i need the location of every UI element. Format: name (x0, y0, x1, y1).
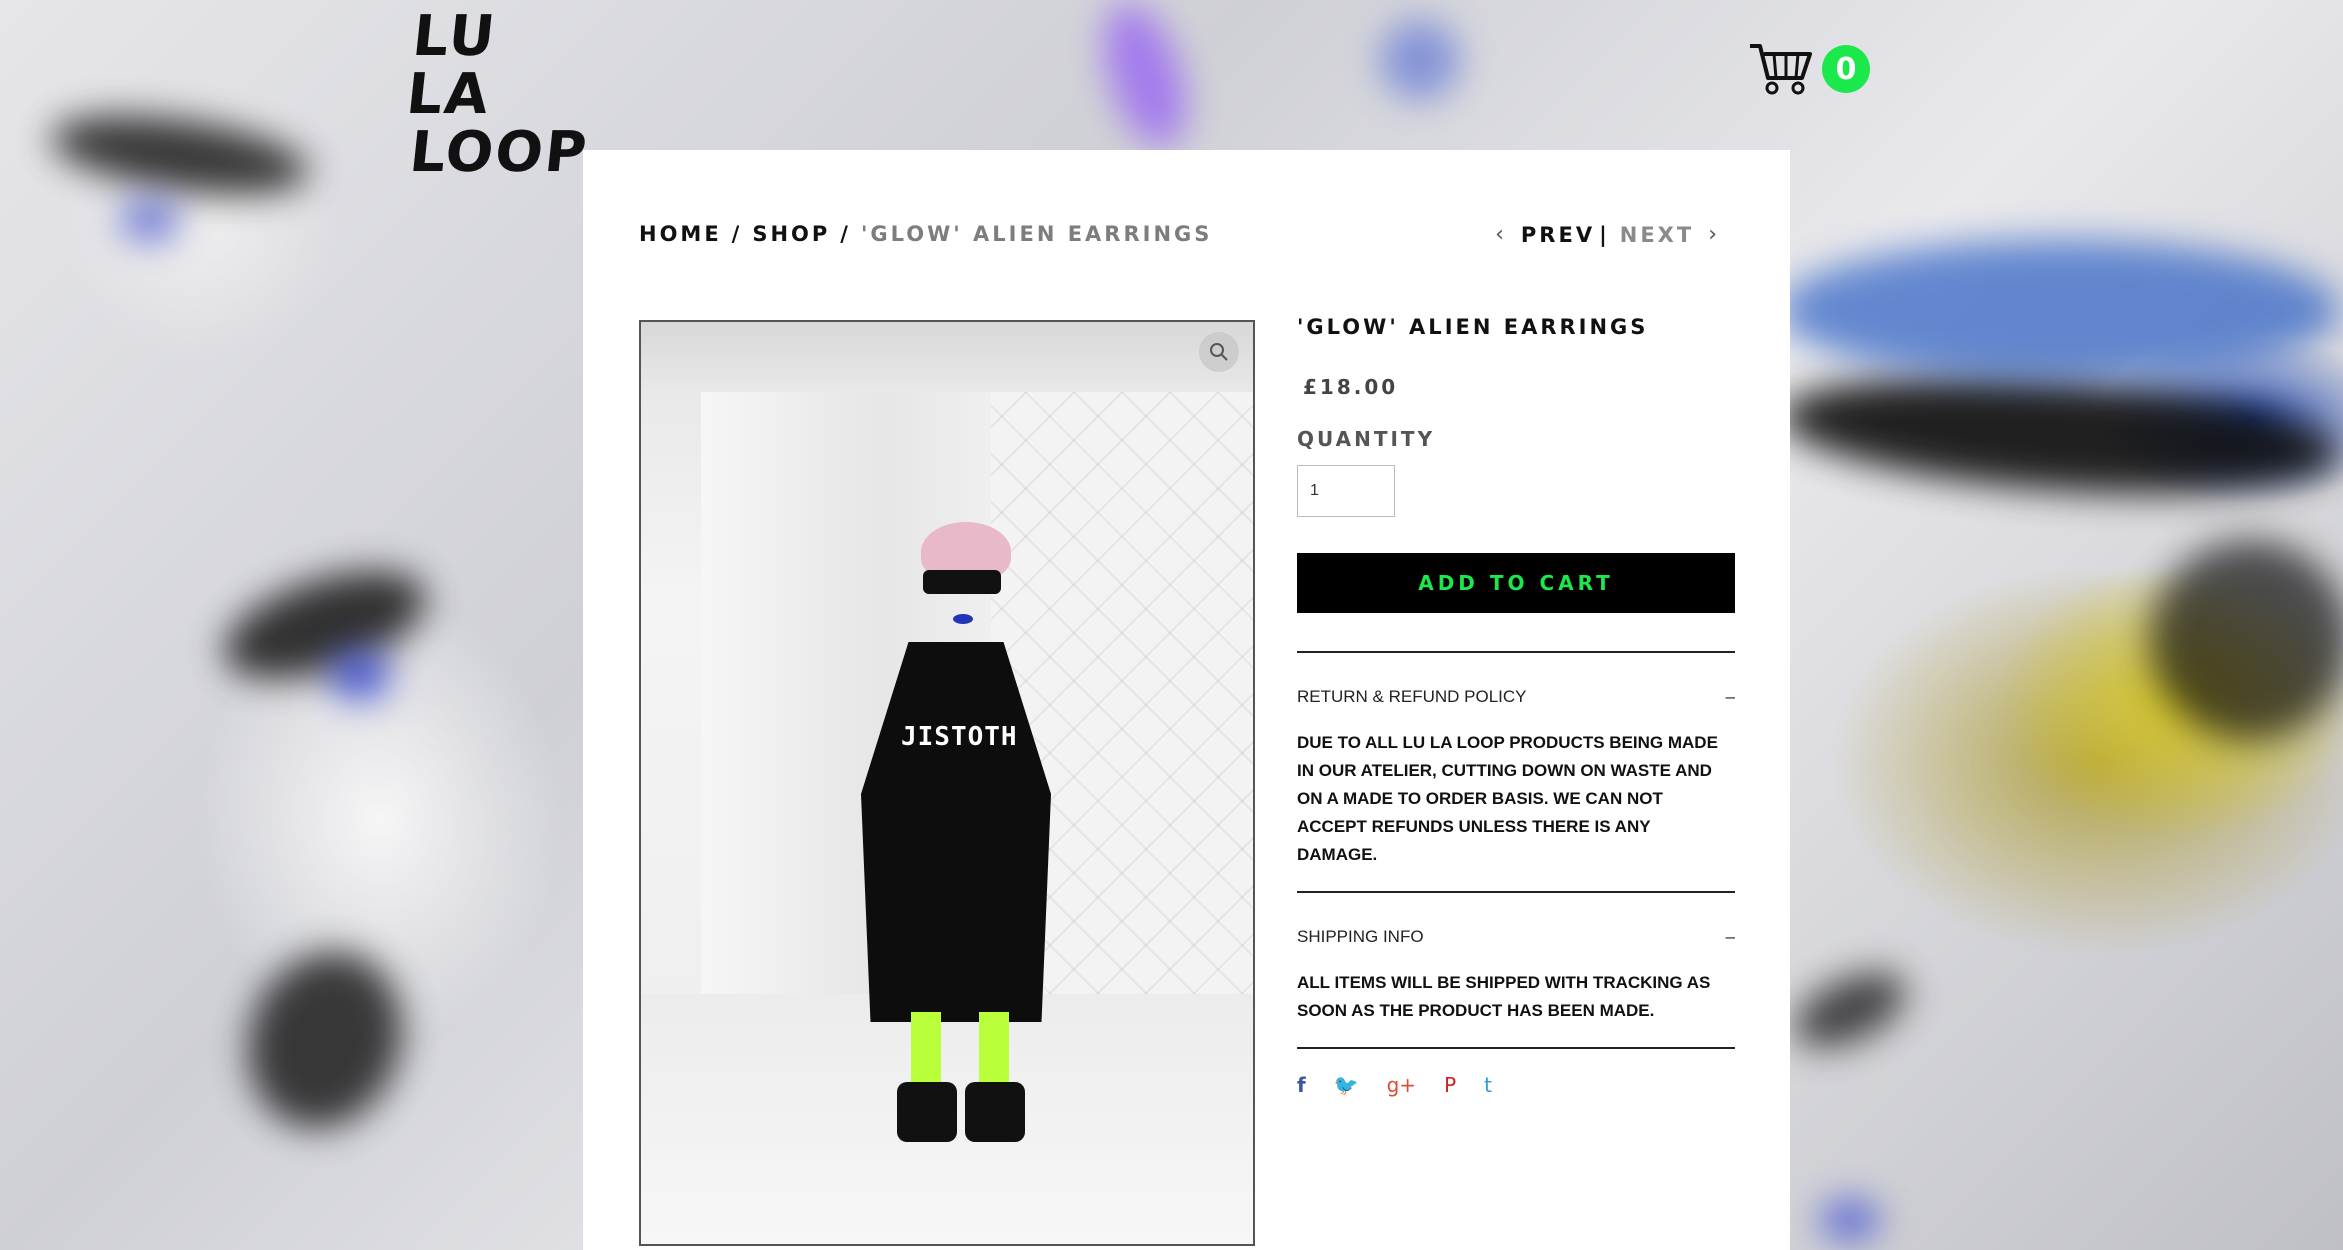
chevron-left-icon[interactable]: ‹ (1495, 222, 1507, 247)
quantity-label: QUANTITY (1297, 427, 1436, 451)
twitter-icon[interactable]: 🐦 (1334, 1073, 1359, 1097)
prev-link[interactable]: PREV (1521, 223, 1595, 247)
product-pager: ‹ PREV | NEXT › (1481, 222, 1734, 247)
product-info: 'GLOW' ALIEN EARRINGS £18.00 QUANTITY AD… (1297, 315, 1735, 1097)
accordion-title-refund: RETURN & REFUND POLICY (1297, 687, 1527, 706)
accordion-body-refund: DUE TO ALL LU LA LOOP PRODUCTS BEING MAD… (1297, 733, 1718, 864)
breadcrumb-current: 'GLOW' ALIEN EARRINGS (860, 222, 1213, 246)
divider (1297, 1047, 1735, 1049)
model-figure: JISTOTH (861, 522, 1081, 1162)
quantity-input[interactable] (1297, 465, 1395, 517)
site-logo[interactable]: LU LA LOOP (404, 4, 592, 185)
chevron-right-icon[interactable]: › (1708, 222, 1720, 247)
cart-count-badge: 0 (1822, 45, 1870, 93)
tumblr-icon[interactable]: t (1484, 1073, 1492, 1097)
product-card: HOME / SHOP / 'GLOW' ALIEN EARRINGS ‹ PREV |… (583, 150, 1790, 1250)
breadcrumb-home-link[interactable]: HOME (639, 222, 722, 246)
facebook-icon[interactable]: f (1297, 1073, 1306, 1097)
collapse-icon[interactable]: – (1726, 927, 1735, 947)
product-image[interactable]: JISTOTH (639, 320, 1255, 1246)
googleplus-icon[interactable]: g+ (1387, 1073, 1416, 1097)
breadcrumb-shop-link[interactable]: SHOP (752, 222, 830, 246)
product-title: 'GLOW' ALIEN EARRINGS (1297, 315, 1649, 339)
breadcrumb: HOME / SHOP / 'GLOW' ALIEN EARRINGS (639, 222, 1212, 246)
breadcrumb-separator: / (840, 222, 851, 246)
product-price: £18.00 (1303, 375, 1399, 399)
cart-button[interactable]: 0 (1748, 42, 1870, 96)
accordion-header-refund[interactable]: RETURN & REFUND POLICY – (1297, 687, 1735, 707)
accordion-body-shipping: ALL ITEMS WILL BE SHIPPED WITH TRACKING … (1297, 973, 1711, 1020)
cart-icon (1748, 42, 1814, 96)
pager-divider: | (1599, 222, 1610, 247)
add-to-cart-button[interactable]: ADD TO CART (1297, 553, 1735, 613)
logo-line-1: LU LA (403, 4, 500, 127)
collapse-icon[interactable]: – (1726, 687, 1735, 707)
pinterest-icon[interactable]: P (1444, 1073, 1456, 1097)
shirt-print-text: JISTOTH (901, 722, 1018, 752)
accordion-title-shipping: SHIPPING INFO (1297, 927, 1424, 946)
divider (1297, 891, 1735, 893)
accordion-header-shipping[interactable]: SHIPPING INFO – (1297, 927, 1735, 947)
breadcrumb-separator: / (731, 222, 743, 246)
divider (1297, 651, 1735, 653)
next-link[interactable]: NEXT (1620, 223, 1694, 247)
logo-line-2: LOOP (406, 120, 592, 185)
share-links: f 🐦 g+ P t (1297, 1073, 1735, 1097)
zoom-icon[interactable] (1199, 332, 1239, 372)
